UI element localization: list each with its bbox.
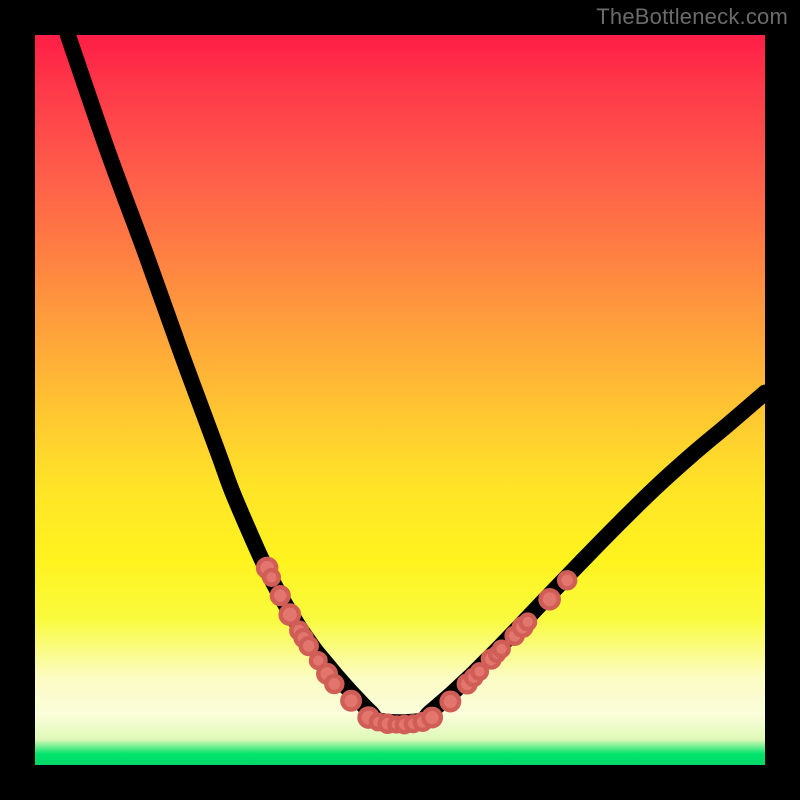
watermark-label: TheBottleneck.com [596, 4, 788, 30]
data-marker [264, 570, 279, 585]
data-marker [442, 693, 460, 711]
data-marker [342, 692, 360, 710]
data-marker [520, 615, 535, 630]
bottleneck-curve [68, 35, 765, 722]
data-marker [326, 676, 342, 692]
data-marker [559, 572, 575, 588]
data-marker [494, 642, 509, 657]
plot-svg [35, 35, 765, 765]
chart-frame: TheBottleneck.com [0, 0, 800, 800]
data-marker [272, 587, 289, 604]
data-markers [258, 559, 575, 732]
data-marker [301, 638, 317, 654]
data-marker [423, 709, 441, 727]
data-marker [541, 590, 559, 608]
plot-area [35, 35, 765, 765]
